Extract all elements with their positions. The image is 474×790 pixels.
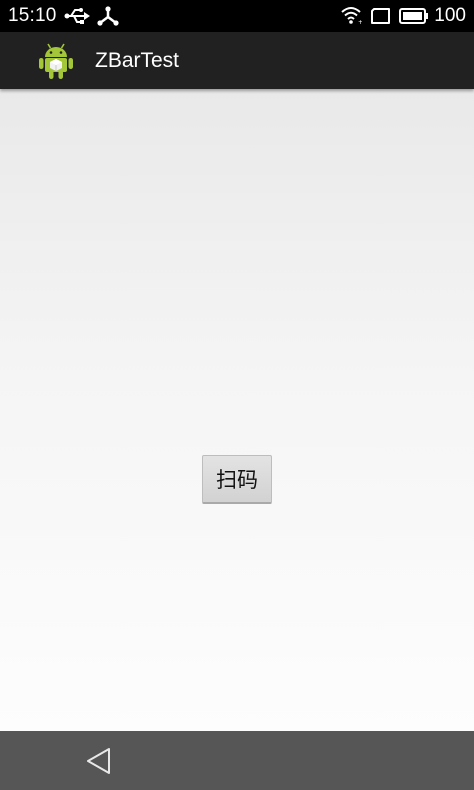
- main-content: 扫码: [0, 89, 474, 731]
- window-icon: [370, 6, 392, 31]
- android-icon: [38, 42, 74, 80]
- navigation-bar: [0, 731, 474, 790]
- share-icon: [97, 6, 119, 31]
- scan-button[interactable]: 扫码: [202, 455, 272, 504]
- usb-icon: [64, 6, 90, 31]
- svg-text:+: +: [358, 19, 362, 25]
- action-bar: ZBarTest: [0, 32, 474, 89]
- battery-icon: [399, 6, 429, 31]
- app-title: ZBarTest: [95, 49, 180, 72]
- back-icon[interactable]: [80, 742, 118, 780]
- wifi-icon: +: [340, 5, 363, 30]
- status-time: 15:10: [8, 5, 57, 26]
- battery-level: 100: [434, 5, 466, 26]
- status-bar: 15:10 + 100: [0, 0, 474, 32]
